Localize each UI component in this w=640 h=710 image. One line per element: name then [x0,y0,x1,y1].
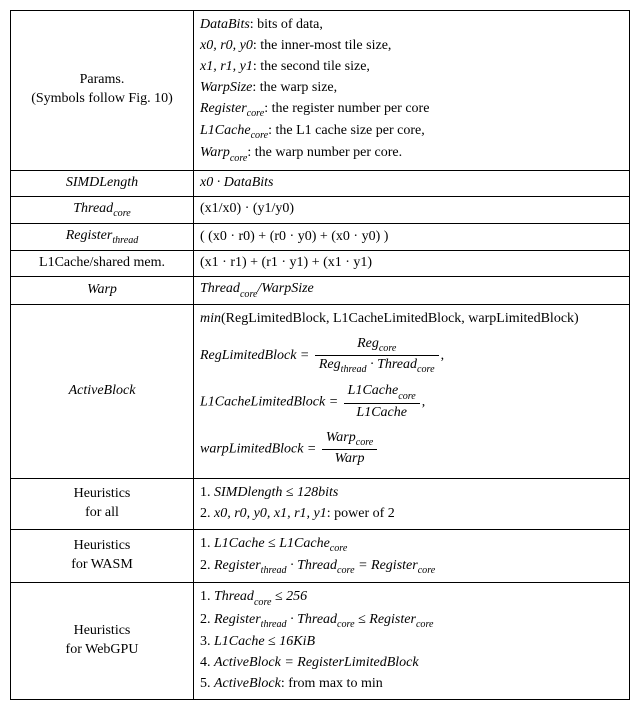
definitions-table: Params. (Symbols follow Fig. 10) DataBit… [10,10,630,700]
simd-def: x0 · DataBits [194,170,630,196]
heur-webgpu-def: 1. Threadcore ≤ 256 2. Registerthread · … [194,583,630,699]
l1shared-label: L1Cache/shared mem. [11,251,194,277]
table-row: Warp Threadcore/WarpSize [11,277,630,304]
table-row: Threadcore (x1/x0) · (y1/y0) [11,196,630,223]
table-row: Heuristics for all 1. SIMDlength ≤ 128bi… [11,478,630,529]
threadcore-label: Threadcore [11,196,194,223]
l1-fraction: L1Cachecore L1Cache [344,382,420,422]
warp-def: Threadcore/WarpSize [194,277,630,304]
simd-label: SIMDLength [11,170,194,196]
regthread-label: Registerthread [11,224,194,251]
l1shared-def: (x1 · r1) + (r1 · y1) + (x1 · y1) [194,251,630,277]
regthread-def: ( (x0 · r0) + (r0 · y0) + (x0 · y0) ) [194,224,630,251]
table-row: Heuristics for WASM 1. L1Cache ≤ L1Cache… [11,529,630,583]
table-row: Registerthread ( (x0 · r0) + (r0 · y0) +… [11,224,630,251]
heur-wasm-label: Heuristics for WASM [11,529,194,583]
params-label-2: (Symbols follow Fig. 10) [31,91,173,106]
params-label-cell: Params. (Symbols follow Fig. 10) [11,11,194,171]
table-row: ActiveBlock min(RegLimitedBlock, L1Cache… [11,304,630,478]
heur-all-def: 1. SIMDlength ≤ 128bits 2. x0, r0, y0, x… [194,478,630,529]
params-def-cell: DataBits: bits of data, x0, r0, y0: the … [194,11,630,171]
table-row: Heuristics for WebGPU 1. Threadcore ≤ 25… [11,583,630,699]
activeblock-def: min(RegLimitedBlock, L1CacheLimitedBlock… [194,304,630,478]
table-row: SIMDLength x0 · DataBits [11,170,630,196]
warp-fraction: Warpcore Warp [322,429,377,469]
reg-fraction: Regcore Regthread · Threadcore [315,335,439,377]
table-row: L1Cache/shared mem. (x1 · r1) + (r1 · y1… [11,251,630,277]
table-row: Params. (Symbols follow Fig. 10) DataBit… [11,11,630,171]
threadcore-def: (x1/x0) · (y1/y0) [194,196,630,223]
heur-all-label: Heuristics for all [11,478,194,529]
params-label-1: Params. [80,72,125,87]
heur-webgpu-label: Heuristics for WebGPU [11,583,194,699]
activeblock-label: ActiveBlock [11,304,194,478]
warp-label: Warp [11,277,194,304]
heur-wasm-def: 1. L1Cache ≤ L1Cachecore 2. Registerthre… [194,529,630,583]
